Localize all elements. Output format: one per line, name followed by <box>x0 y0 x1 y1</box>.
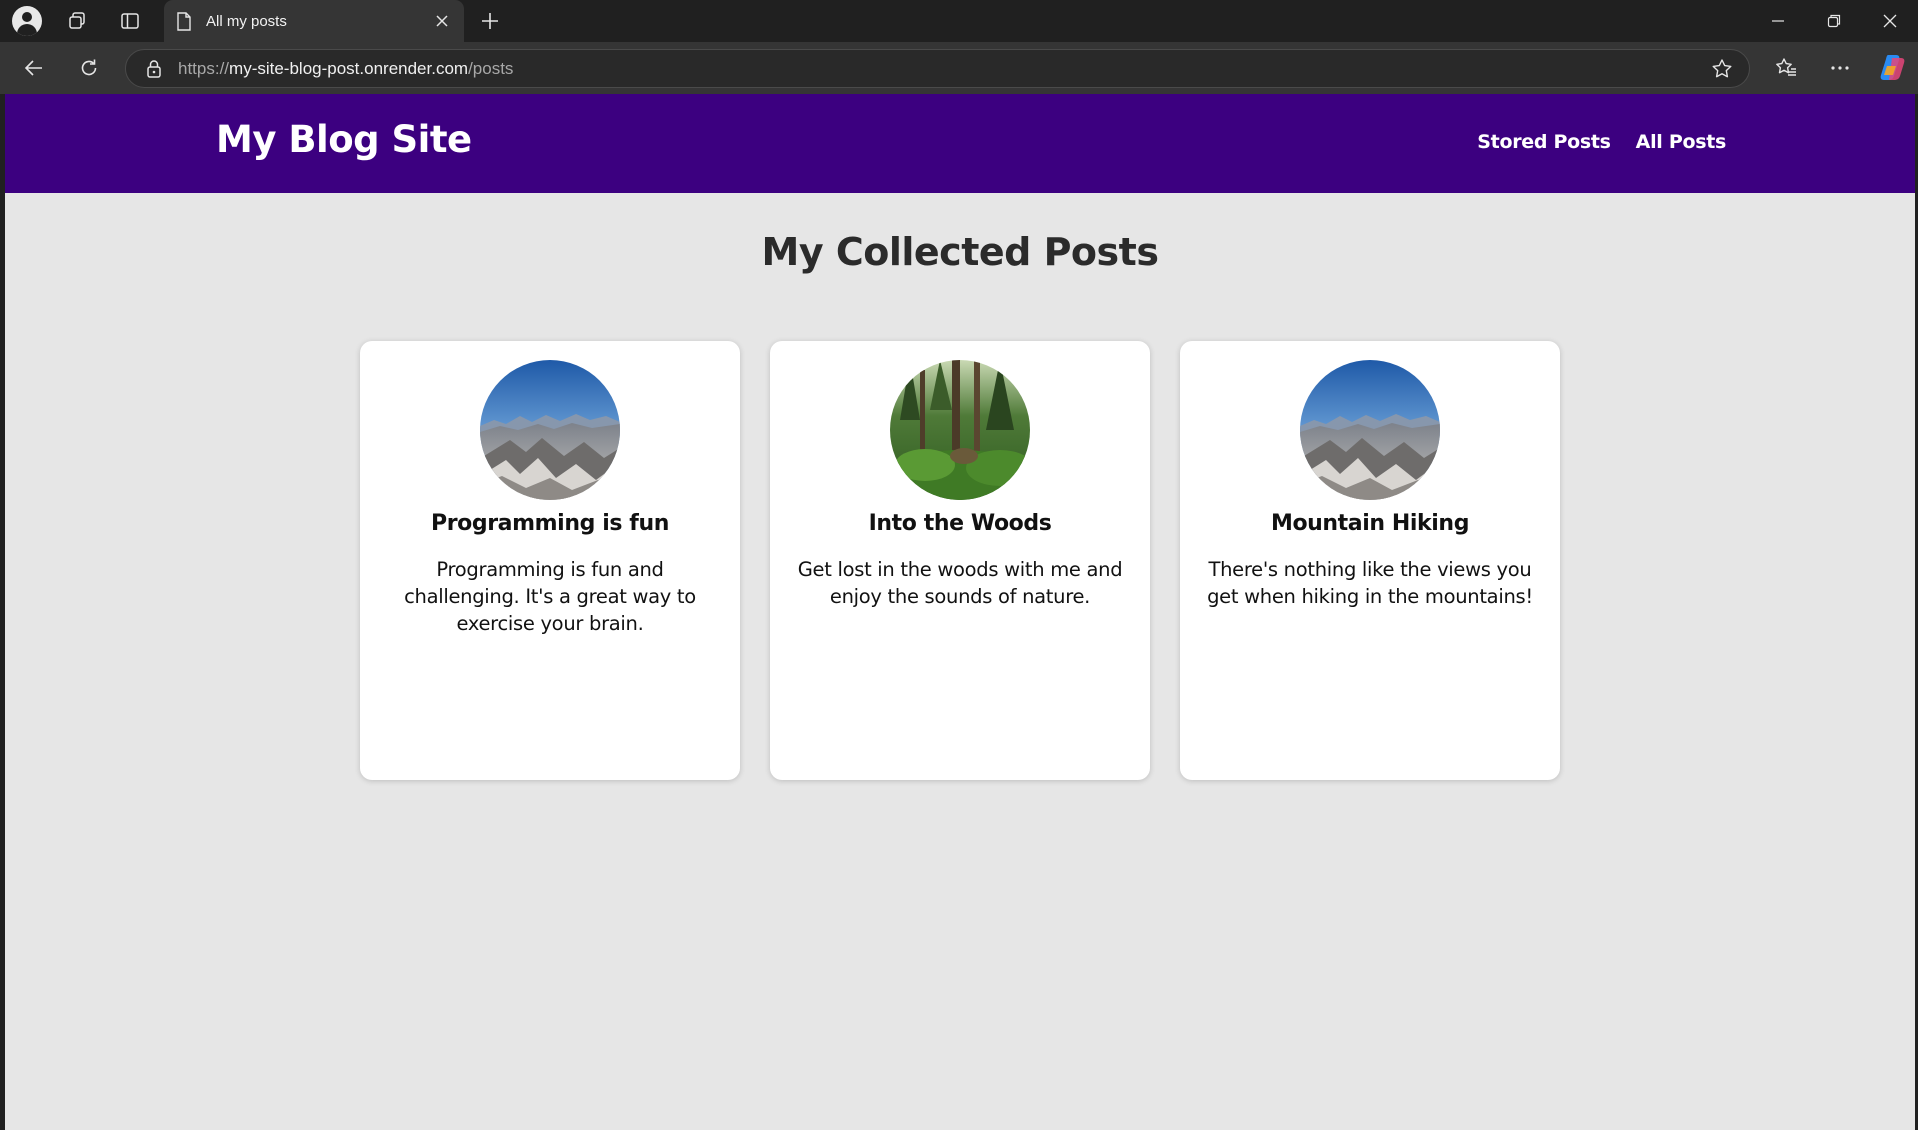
workspaces-icon <box>69 12 85 29</box>
post-title: Programming is fun <box>431 511 669 536</box>
vertical-tabs-button[interactable] <box>112 5 148 37</box>
minimize-button[interactable] <box>1750 0 1806 42</box>
active-tab[interactable]: All my posts <box>164 0 464 42</box>
refresh-icon <box>81 59 97 76</box>
address-bar[interactable]: https://my-site-blog-post.onrender.com/p… <box>125 49 1750 88</box>
plus-icon <box>482 13 498 29</box>
page-viewport: My Blog Site Stored Posts All Posts My C… <box>5 94 1915 1130</box>
nav-link-all-posts[interactable]: All Posts <box>1636 131 1727 153</box>
favorite-star-icon[interactable] <box>1711 58 1733 80</box>
favorites-list-icon <box>1776 58 1796 76</box>
profile-button[interactable] <box>9 5 45 37</box>
post-image <box>1300 360 1440 500</box>
post-summary: There's nothing like the views you get w… <box>1207 558 1533 608</box>
post-image <box>480 360 620 500</box>
post-image <box>890 360 1030 500</box>
tab-title: All my posts <box>206 12 287 30</box>
post-card[interactable]: Into the Woods Get lost in the woods wit… <box>770 341 1150 780</box>
url-host: my-site-blog-post.onrender.com <box>229 58 469 78</box>
back-button[interactable] <box>15 50 53 86</box>
mountain-photo-icon <box>480 360 620 500</box>
restore-icon <box>1827 14 1841 28</box>
lock-icon <box>147 60 161 78</box>
post-title: Into the Woods <box>868 511 1052 536</box>
page-title: My Collected Posts <box>761 230 1159 274</box>
vertical-tabs-icon <box>121 13 139 29</box>
post-title: Mountain Hiking <box>1270 511 1470 536</box>
browser-tab-bar: All my posts <box>0 0 1918 42</box>
post-card[interactable]: Mountain Hiking There's nothing like the… <box>1180 341 1560 780</box>
post-summary: Programming is fun and challenging. It's… <box>404 558 696 635</box>
refresh-button[interactable] <box>70 50 108 86</box>
more-menu-button[interactable] <box>1821 50 1859 86</box>
workspaces-button[interactable] <box>59 5 95 37</box>
copilot-icon <box>1880 55 1905 80</box>
forest-photo-icon <box>890 360 1030 500</box>
browser-toolbar: https://my-site-blog-post.onrender.com/p… <box>0 42 1918 94</box>
close-window-button[interactable] <box>1862 0 1918 42</box>
restore-button[interactable] <box>1806 0 1862 42</box>
document-icon <box>177 11 191 31</box>
post-summary: Get lost in the woods with me and enjoy … <box>797 558 1123 608</box>
url-path: /posts <box>468 58 514 78</box>
close-icon <box>1883 14 1897 28</box>
site-header: My Blog Site Stored Posts All Posts <box>5 94 1915 193</box>
nav-link-stored-posts[interactable]: Stored Posts <box>1477 131 1611 153</box>
new-tab-button[interactable] <box>472 5 508 37</box>
site-nav: Stored Posts All Posts <box>1477 131 1726 153</box>
more-icon <box>1831 66 1849 70</box>
site-title[interactable]: My Blog Site <box>216 118 472 161</box>
mountain-photo-icon <box>1300 360 1440 500</box>
profile-icon <box>12 6 42 36</box>
url-protocol: https:// <box>178 58 230 78</box>
post-card[interactable]: Programming is fun Programming is fun an… <box>360 341 740 780</box>
arrow-left-icon <box>24 60 42 76</box>
tab-close-button[interactable] <box>428 7 456 35</box>
posts-list: Programming is fun Programming is fun an… <box>360 341 1560 780</box>
favorites-button[interactable] <box>1767 50 1805 86</box>
close-icon <box>436 15 448 27</box>
minimize-icon <box>1772 20 1784 22</box>
copilot-button[interactable] <box>1878 52 1908 82</box>
